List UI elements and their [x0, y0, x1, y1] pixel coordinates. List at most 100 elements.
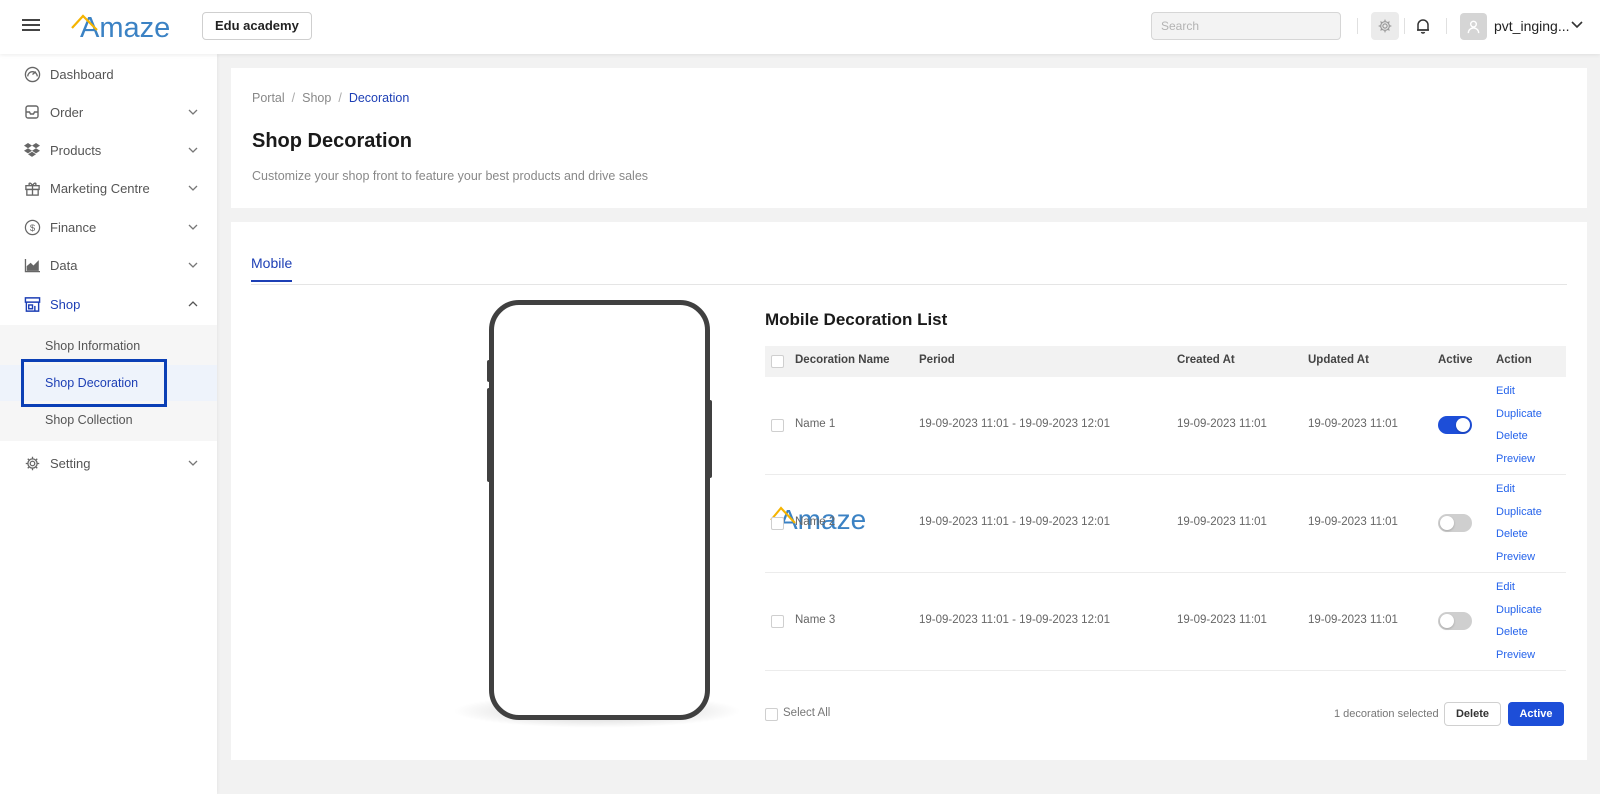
bell-icon	[1417, 19, 1429, 34]
row-checkbox[interactable]	[771, 615, 784, 628]
column-header: Period	[919, 354, 955, 366]
breadcrumb-portal[interactable]: Portal	[252, 91, 285, 105]
edit-link[interactable]: Edit	[1496, 580, 1542, 603]
table-row: Name 1 19-09-2023 11:01 - 19-09-2023 12:…	[765, 377, 1566, 475]
avatar[interactable]	[1460, 13, 1487, 40]
sidebar-item-dashboard[interactable]: Dashboard	[0, 56, 217, 92]
list-footer: Select All 1 decoration selected Delete …	[765, 702, 1566, 726]
cell-period: 19-09-2023 11:01 - 19-09-2023 12:01	[919, 418, 1110, 430]
preview-link[interactable]: Preview	[1496, 648, 1542, 671]
shop-submenu: Shop Information Shop Decoration Shop Co…	[0, 325, 217, 441]
row-checkbox[interactable]	[771, 419, 784, 432]
tab-bar: Mobile	[251, 222, 1567, 285]
gauge-icon	[23, 65, 41, 83]
top-header: Amaze Edu academy pvt_inging...	[0, 0, 1600, 54]
edit-link[interactable]: Edit	[1496, 384, 1542, 407]
delete-link[interactable]: Delete	[1496, 625, 1542, 648]
chevron-down-icon	[188, 147, 198, 153]
row-checkbox[interactable]	[771, 517, 784, 530]
table-row: Name 3 19-09-2023 11:01 - 19-09-2023 12:…	[765, 573, 1566, 671]
chevron-down-icon[interactable]	[1571, 20, 1583, 30]
cell-updated: 19-09-2023 11:01	[1308, 614, 1398, 626]
sidebar-item-marketing-centre[interactable]: Marketing Centre	[0, 170, 217, 206]
row-actions: Edit Duplicate Delete Preview	[1496, 482, 1542, 573]
delete-link[interactable]: Delete	[1496, 429, 1542, 452]
duplicate-link[interactable]: Duplicate	[1496, 407, 1542, 430]
sidebar-item-finance[interactable]: $ Finance	[0, 209, 217, 245]
settings-button[interactable]	[1371, 12, 1399, 40]
user-name[interactable]: pvt_inging...	[1494, 18, 1570, 34]
submenu-item-label: Shop Collection	[45, 413, 133, 427]
cell-created: 19-09-2023 11:01	[1177, 418, 1267, 430]
phone-side-button	[707, 400, 712, 478]
decoration-card: Mobile Amaze Mobile Decoration List Deco…	[231, 222, 1587, 760]
submenu-item-label: Shop Decoration	[45, 376, 139, 390]
cell-created: 19-09-2023 11:01	[1177, 516, 1267, 528]
sidebar-item-label: Dashboard	[50, 66, 114, 82]
sidebar-item-order[interactable]: Order	[0, 94, 217, 130]
dropbox-icon	[23, 141, 41, 159]
submenu-item-label: Shop Information	[45, 339, 141, 353]
row-actions: Edit Duplicate Delete Preview	[1496, 384, 1542, 475]
sidebar-item-products[interactable]: Products	[0, 132, 217, 168]
column-header: Created At	[1177, 354, 1235, 366]
breadcrumb-shop[interactable]: Shop	[302, 91, 331, 105]
sidebar-item-shop[interactable]: Shop	[0, 286, 217, 322]
gift-icon	[23, 179, 41, 197]
notification-button[interactable]	[1413, 15, 1433, 37]
hamburger-menu-icon[interactable]	[22, 16, 40, 34]
divider	[1446, 18, 1447, 34]
column-header: Active	[1438, 354, 1473, 366]
column-header: Decoration Name	[795, 354, 890, 366]
column-header: Action	[1496, 354, 1532, 366]
active-toggle[interactable]	[1438, 514, 1472, 532]
area-chart-icon	[23, 256, 41, 274]
amaze-logo[interactable]: Amaze	[70, 6, 178, 46]
sidebar: Dashboard Order Products Marketing Centr…	[0, 54, 217, 794]
select-all-label[interactable]: Select All	[783, 707, 830, 719]
sidebar-item-setting[interactable]: Setting	[0, 445, 217, 481]
chevron-down-icon	[188, 460, 198, 466]
decoration-table: Decoration Name Period Created At Update…	[765, 346, 1566, 671]
duplicate-link[interactable]: Duplicate	[1496, 505, 1542, 528]
table-header: Decoration Name Period Created At Update…	[765, 346, 1566, 377]
submenu-item-shop-information[interactable]: Shop Information	[0, 328, 217, 364]
header-checkbox[interactable]	[771, 355, 784, 368]
sidebar-item-label: Finance	[50, 219, 97, 235]
breadcrumb: Portal / Shop / Decoration	[252, 91, 410, 105]
inbox-icon	[23, 103, 41, 121]
user-icon	[1467, 20, 1480, 34]
row-actions: Edit Duplicate Delete Preview	[1496, 580, 1542, 671]
edit-link[interactable]: Edit	[1496, 482, 1542, 505]
search-input[interactable]	[1151, 12, 1341, 40]
list-title: Mobile Decoration List	[765, 310, 948, 329]
cell-created: 19-09-2023 11:01	[1177, 614, 1267, 626]
active-toggle[interactable]	[1438, 612, 1472, 630]
preview-link[interactable]: Preview	[1496, 452, 1542, 475]
submenu-item-shop-collection[interactable]: Shop Collection	[0, 402, 217, 438]
divider	[1404, 18, 1405, 34]
duplicate-link[interactable]: Duplicate	[1496, 603, 1542, 626]
table-row: Name 2 19-09-2023 11:01 - 19-09-2023 12:…	[765, 475, 1566, 573]
bulk-delete-button[interactable]: Delete	[1444, 702, 1501, 726]
select-all-checkbox[interactable]	[765, 708, 778, 721]
gear-icon	[1378, 19, 1392, 33]
phone-preview	[489, 300, 710, 720]
column-header: Updated At	[1308, 354, 1369, 366]
tab-mobile[interactable]: Mobile	[251, 255, 293, 282]
chevron-down-icon	[188, 262, 198, 268]
sidebar-item-data[interactable]: Data	[0, 247, 217, 283]
bulk-active-button[interactable]: Active	[1508, 702, 1564, 726]
preview-link[interactable]: Preview	[1496, 550, 1542, 573]
org-switch-button[interactable]: Edu academy	[202, 12, 312, 40]
cell-period: 19-09-2023 11:01 - 19-09-2023 12:01	[919, 614, 1110, 626]
active-toggle[interactable]	[1438, 416, 1472, 434]
chevron-down-icon	[188, 109, 198, 115]
cell-name: Name 1	[795, 418, 836, 430]
shop-icon	[23, 295, 41, 313]
sidebar-item-label: Products	[50, 142, 102, 158]
delete-link[interactable]: Delete	[1496, 527, 1542, 550]
cell-period: 19-09-2023 11:01 - 19-09-2023 12:01	[919, 516, 1110, 528]
chevron-down-icon	[188, 185, 198, 191]
submenu-item-shop-decoration[interactable]: Shop Decoration	[0, 365, 217, 401]
